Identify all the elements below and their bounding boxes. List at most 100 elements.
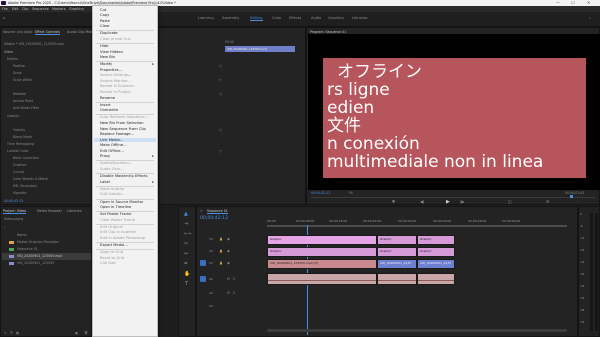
ripple-edit-icon[interactable]: ⟷	[184, 231, 191, 237]
project-item[interactable]: VID_20200901_123505.mp4	[17, 254, 62, 258]
lock-icon[interactable]: 🔒	[219, 261, 223, 265]
menu-item-rename[interactable]: Rename	[100, 96, 115, 100]
menu-clip[interactable]: Clip	[22, 7, 28, 11]
menu-item-clear[interactable]: Clear	[100, 24, 110, 28]
tab-audio-clip-mixer[interactable]: Audio Clip Mixer	[67, 30, 94, 34]
tab-project[interactable]: Project: Video	[3, 209, 27, 214]
keyframe-icon[interactable]: ○	[219, 128, 222, 132]
lock-icon[interactable]: 🔒	[219, 237, 223, 241]
audio-clip[interactable]	[267, 273, 377, 285]
menu-graphics[interactable]: Graphics	[69, 7, 84, 11]
workspace-graphics[interactable]: Graphics	[328, 16, 344, 20]
eye-icon[interactable]: ◉	[227, 249, 230, 253]
workspace-libraries[interactable]: Libraries	[352, 16, 368, 20]
menu-item-set-poster-frame[interactable]: Set Poster Frame	[100, 212, 131, 216]
audio-clip[interactable]	[377, 273, 417, 285]
new-item-icon[interactable]: ▣	[75, 331, 78, 335]
track-v2[interactable]: V2	[209, 249, 213, 253]
video-clip[interactable]: VID_20200901_123505.mp4 [V]	[267, 259, 377, 269]
menu-item-proxy[interactable]: Proxy	[100, 154, 110, 158]
keyframe-icon[interactable]: ○	[219, 64, 222, 68]
pen-tool-icon[interactable]: ✒	[184, 261, 188, 267]
menu-item-link-media[interactable]: Link Media...	[94, 137, 156, 142]
menu-item-make-offline[interactable]: Make Offline...	[100, 143, 127, 147]
track-a1[interactable]: A1	[209, 277, 213, 281]
tab-libraries[interactable]: Libraries	[67, 209, 82, 213]
export-frame-icon[interactable]: ◫	[508, 199, 512, 204]
mute-button[interactable]: M	[227, 291, 230, 295]
mid-clip-bar[interactable]: VID_20200901_123505.mp4	[225, 46, 295, 52]
graphic-clip[interactable]: Graphic	[377, 247, 417, 257]
lock-icon[interactable]: 🔒	[219, 249, 223, 253]
track-select-icon[interactable]: ⇥	[184, 221, 188, 227]
menu-item-copy[interactable]: Copy	[100, 13, 109, 17]
track-a3[interactable]: A3	[209, 304, 213, 308]
tab-effect-controls[interactable]: Effect Controls	[35, 30, 60, 35]
playhead-marker[interactable]	[570, 195, 573, 198]
eye-icon[interactable]: ◉	[227, 261, 230, 265]
audio-clip[interactable]	[417, 273, 455, 285]
video-clip[interactable]: VID_20200901_1235	[417, 259, 455, 269]
column-name[interactable]: Name	[17, 233, 26, 237]
menu-item-new-bin-from-selection[interactable]: New Bin From Selection	[100, 121, 144, 125]
video-clip[interactable]: VID_20200901_1235	[377, 259, 417, 269]
section-lumetri[interactable]: Lumetri Color	[7, 149, 29, 153]
minimize-button[interactable]: —	[556, 0, 560, 5]
type-tool-icon[interactable]: T	[185, 281, 188, 287]
workspace-learning[interactable]: Learning	[198, 16, 214, 20]
graphic-clip[interactable]: Graphic	[417, 235, 455, 245]
project-item[interactable]: Sequence 01	[17, 247, 38, 251]
menu-file[interactable]: File	[2, 7, 8, 11]
workspace-audio[interactable]: Audio	[311, 16, 321, 20]
section-motion[interactable]: Motion	[7, 57, 18, 61]
tab-sequence[interactable]: Sequence 01	[207, 209, 228, 214]
search-icon[interactable]: ⌕	[589, 16, 591, 20]
menu-item-new-bin[interactable]: New Bin	[100, 55, 115, 59]
maximize-button[interactable]: ☐	[571, 0, 575, 5]
icon-view-icon[interactable]: ▦	[16, 331, 19, 335]
work-area-bar[interactable]	[267, 225, 567, 227]
graphic-clip[interactable]: Graphic	[267, 247, 377, 257]
settings-icon[interactable]: ⚙	[546, 199, 550, 204]
workspace-color[interactable]: Color	[272, 16, 281, 20]
menu-item-cut[interactable]: Cut	[100, 8, 106, 12]
mute-button[interactable]: M	[227, 277, 230, 281]
selection-tool-icon[interactable]: ▲	[184, 211, 188, 217]
menu-item-insert[interactable]: Insert	[100, 103, 111, 107]
home-icon[interactable]: ⌂	[3, 16, 5, 20]
menu-item-disable-masterclip-effects[interactable]: Disable Masterclip Effects	[100, 174, 148, 178]
solo-button[interactable]: S	[233, 277, 235, 281]
menu-item-duplicate[interactable]: Duplicate	[100, 31, 118, 35]
track-a2[interactable]: A2	[209, 291, 213, 295]
graphic-clip[interactable]: Graphic	[417, 247, 455, 257]
track-v1[interactable]: V1	[209, 261, 213, 265]
keyframe-icon[interactable]: ○	[219, 92, 222, 96]
menu-item-replace-footage[interactable]: Replace Footage...	[100, 132, 134, 136]
menu-item-export-media[interactable]: Export Media...	[100, 243, 128, 247]
menu-edit[interactable]: Edit	[12, 7, 19, 11]
slip-tool-icon[interactable]: ↔	[184, 251, 188, 257]
timeline-close-icon[interactable]: ✕	[200, 209, 203, 213]
workspace-effects[interactable]: Effects	[289, 16, 301, 20]
menu-item-new-sequence-from-clip[interactable]: New Sequence From Clip	[100, 127, 146, 131]
hand-tool-icon[interactable]: ✋	[184, 271, 190, 277]
menu-item-edit-offline[interactable]: Edit Offline...	[100, 149, 124, 153]
project-item[interactable]: Motion Graphics Template	[17, 240, 58, 244]
razor-tool-icon[interactable]: ✂	[184, 241, 188, 247]
menu-item-overwrite[interactable]: Overwrite	[100, 108, 118, 112]
section-time-remapping[interactable]: Time Remapping	[7, 142, 34, 146]
track-v3[interactable]: V3	[209, 237, 213, 241]
search-icon[interactable]: ⌕	[4, 225, 6, 229]
project-item[interactable]: VID_20200901_123505	[17, 261, 54, 265]
step-forward-icon[interactable]: |▶	[460, 199, 464, 204]
a1-source-patch[interactable]	[200, 276, 206, 282]
menu-item-properties[interactable]: Properties...	[100, 68, 122, 72]
playhead-scrubber[interactable]	[311, 197, 595, 198]
section-opacity[interactable]: Opacity	[7, 114, 19, 118]
menu-item-paste[interactable]: Paste	[100, 19, 110, 23]
menu-item-label[interactable]: Label	[100, 180, 110, 184]
v1-source-patch[interactable]	[200, 260, 206, 266]
timeline-scrollbar[interactable]	[267, 329, 567, 332]
menu-item-modify[interactable]: Modify	[100, 62, 112, 66]
marker-icon[interactable]: ▼	[392, 199, 395, 204]
